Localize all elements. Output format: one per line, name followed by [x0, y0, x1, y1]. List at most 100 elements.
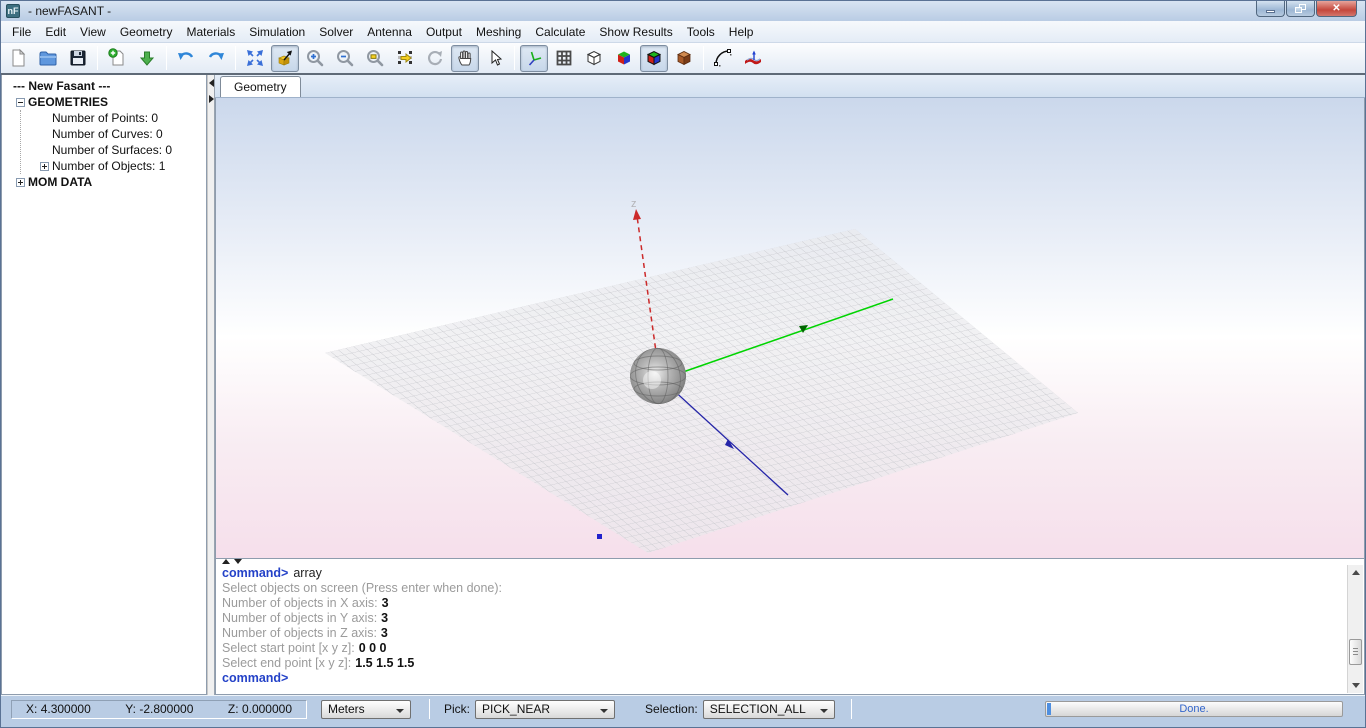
- toolbar-separator: [703, 46, 704, 70]
- pick-label: Pick:: [444, 702, 470, 716]
- view-sequence-button[interactable]: [391, 45, 419, 72]
- zoom-in-button[interactable]: [301, 45, 329, 72]
- menu-antenna[interactable]: Antenna: [360, 22, 419, 42]
- shaded-edges-cube-button[interactable]: [640, 45, 668, 72]
- command-console[interactable]: command>array Select objects on screen (…: [215, 558, 1365, 695]
- console-scrollbar[interactable]: [1347, 565, 1363, 693]
- coordinates-panel: X: 4.300000 Y: -2.800000 Z: 0.000000: [11, 700, 307, 719]
- splitter-down-icon[interactable]: [234, 559, 242, 564]
- progress-bar: Done.: [1045, 701, 1343, 717]
- expand-icon[interactable]: [40, 162, 49, 171]
- textured-cube-button[interactable]: [670, 45, 698, 72]
- grid-toggle-button[interactable]: [550, 45, 578, 72]
- perspective-view-button[interactable]: [271, 45, 299, 72]
- zoom-window-button[interactable]: [361, 45, 389, 72]
- menu-tools[interactable]: Tools: [680, 22, 722, 42]
- menu-help[interactable]: Help: [722, 22, 761, 42]
- tree-root[interactable]: --- New Fasant ---: [2, 78, 206, 94]
- console-output[interactable]: command>array Select objects on screen (…: [216, 565, 1364, 686]
- export-button[interactable]: [133, 45, 161, 72]
- statusbar-separator: [851, 699, 852, 719]
- menu-geometry[interactable]: Geometry: [113, 22, 180, 42]
- open-folder-icon: [38, 48, 58, 68]
- panel-splitter[interactable]: [207, 75, 215, 695]
- console-line: Select start point [x y z]:0 0 0: [222, 641, 1344, 656]
- statusbar-separator: [429, 699, 430, 719]
- menu-materials[interactable]: Materials: [180, 22, 243, 42]
- app-logo-icon: nF: [6, 4, 20, 18]
- wireframe-cube-icon: [584, 48, 604, 68]
- fit-view-button[interactable]: [241, 45, 269, 72]
- surface-normals-button[interactable]: [739, 45, 767, 72]
- arc-tool-button[interactable]: [709, 45, 737, 72]
- tree-node-label: GEOMETRIES: [28, 95, 108, 109]
- scrollbar-thumb[interactable]: [1349, 639, 1362, 665]
- zoom-out-button[interactable]: [331, 45, 359, 72]
- menu-solver[interactable]: Solver: [312, 22, 360, 42]
- export-icon: [137, 48, 157, 68]
- axes-toggle-icon: [524, 48, 544, 68]
- menu-simulation[interactable]: Simulation: [242, 22, 312, 42]
- open-folder-button[interactable]: [34, 45, 62, 72]
- menu-calculate[interactable]: Calculate: [528, 22, 592, 42]
- console-line: Number of objects in Y axis:3: [222, 611, 1344, 626]
- menu-view[interactable]: View: [73, 22, 113, 42]
- scroll-down-icon[interactable]: [1348, 678, 1364, 693]
- selection-label: Selection:: [645, 702, 698, 716]
- shaded-cube-icon: [614, 48, 634, 68]
- new-file-icon: [8, 48, 28, 68]
- rotate-view-button[interactable]: [421, 45, 449, 72]
- pick-select[interactable]: PICK_NEAR: [475, 700, 615, 719]
- new-file-button[interactable]: [4, 45, 32, 72]
- zoom-out-icon: [335, 48, 355, 68]
- viewport-3d[interactable]: z: [215, 98, 1365, 558]
- toolbar-separator: [235, 46, 236, 70]
- restore-button[interactable]: [1286, 1, 1315, 17]
- splitter-up-icon[interactable]: [222, 559, 230, 564]
- selection-select[interactable]: SELECTION_ALL: [703, 700, 835, 719]
- console-splitter[interactable]: [216, 559, 1364, 565]
- menu-file[interactable]: File: [5, 22, 38, 42]
- wireframe-cube-button[interactable]: [580, 45, 608, 72]
- menu-edit[interactable]: Edit: [38, 22, 73, 42]
- toolbar-separator: [97, 46, 98, 70]
- menu-meshing[interactable]: Meshing: [469, 22, 528, 42]
- expand-icon[interactable]: [16, 178, 25, 187]
- save-button[interactable]: [64, 45, 92, 72]
- minimize-icon: [1266, 10, 1275, 13]
- project-tree-panel: --- New Fasant --- GEOMETRIES Number of …: [1, 75, 207, 695]
- axes-toggle-button[interactable]: [520, 45, 548, 72]
- point-marker[interactable]: [597, 534, 602, 539]
- console-input-line[interactable]: command>: [222, 671, 1344, 686]
- redo-button[interactable]: [202, 45, 230, 72]
- tree-item-label: Number of Curves: 0: [52, 127, 163, 141]
- console-line: Select objects on screen (Press enter wh…: [222, 581, 1344, 596]
- tree-item-curves[interactable]: Number of Curves: 0: [21, 126, 206, 142]
- pan-button[interactable]: [451, 45, 479, 72]
- collapse-icon[interactable]: [16, 98, 25, 107]
- collapse-left-icon[interactable]: [209, 79, 214, 87]
- select-cursor-button[interactable]: [481, 45, 509, 72]
- tree-node-mom-data[interactable]: MOM DATA: [2, 174, 206, 190]
- command-prompt: command>: [222, 671, 288, 685]
- coord-y: Y: -2.800000: [125, 702, 193, 716]
- undo-button[interactable]: [172, 45, 200, 72]
- close-button[interactable]: ✕: [1316, 1, 1357, 17]
- console-line: Number of objects in Z axis:3: [222, 626, 1344, 641]
- tree-item-surfaces[interactable]: Number of Surfaces: 0: [21, 142, 206, 158]
- import-geometry-button[interactable]: [103, 45, 131, 72]
- tree-item-label: Number of Objects: 1: [52, 159, 165, 173]
- undo-icon: [176, 48, 196, 68]
- minimize-button[interactable]: [1256, 1, 1285, 17]
- tree-item-points[interactable]: Number of Points: 0: [21, 110, 206, 126]
- scroll-up-icon[interactable]: [1348, 565, 1364, 580]
- tab-geometry[interactable]: Geometry: [220, 76, 301, 97]
- menu-output[interactable]: Output: [419, 22, 469, 42]
- shaded-cube-button[interactable]: [610, 45, 638, 72]
- collapse-right-icon[interactable]: [209, 95, 214, 103]
- tree-root-label: --- New Fasant ---: [13, 79, 110, 93]
- menu-show-results[interactable]: Show Results: [592, 22, 679, 42]
- units-select[interactable]: Meters: [321, 700, 411, 719]
- tree-node-geometries[interactable]: GEOMETRIES: [2, 94, 206, 110]
- tree-item-objects[interactable]: Number of Objects: 1: [21, 158, 206, 174]
